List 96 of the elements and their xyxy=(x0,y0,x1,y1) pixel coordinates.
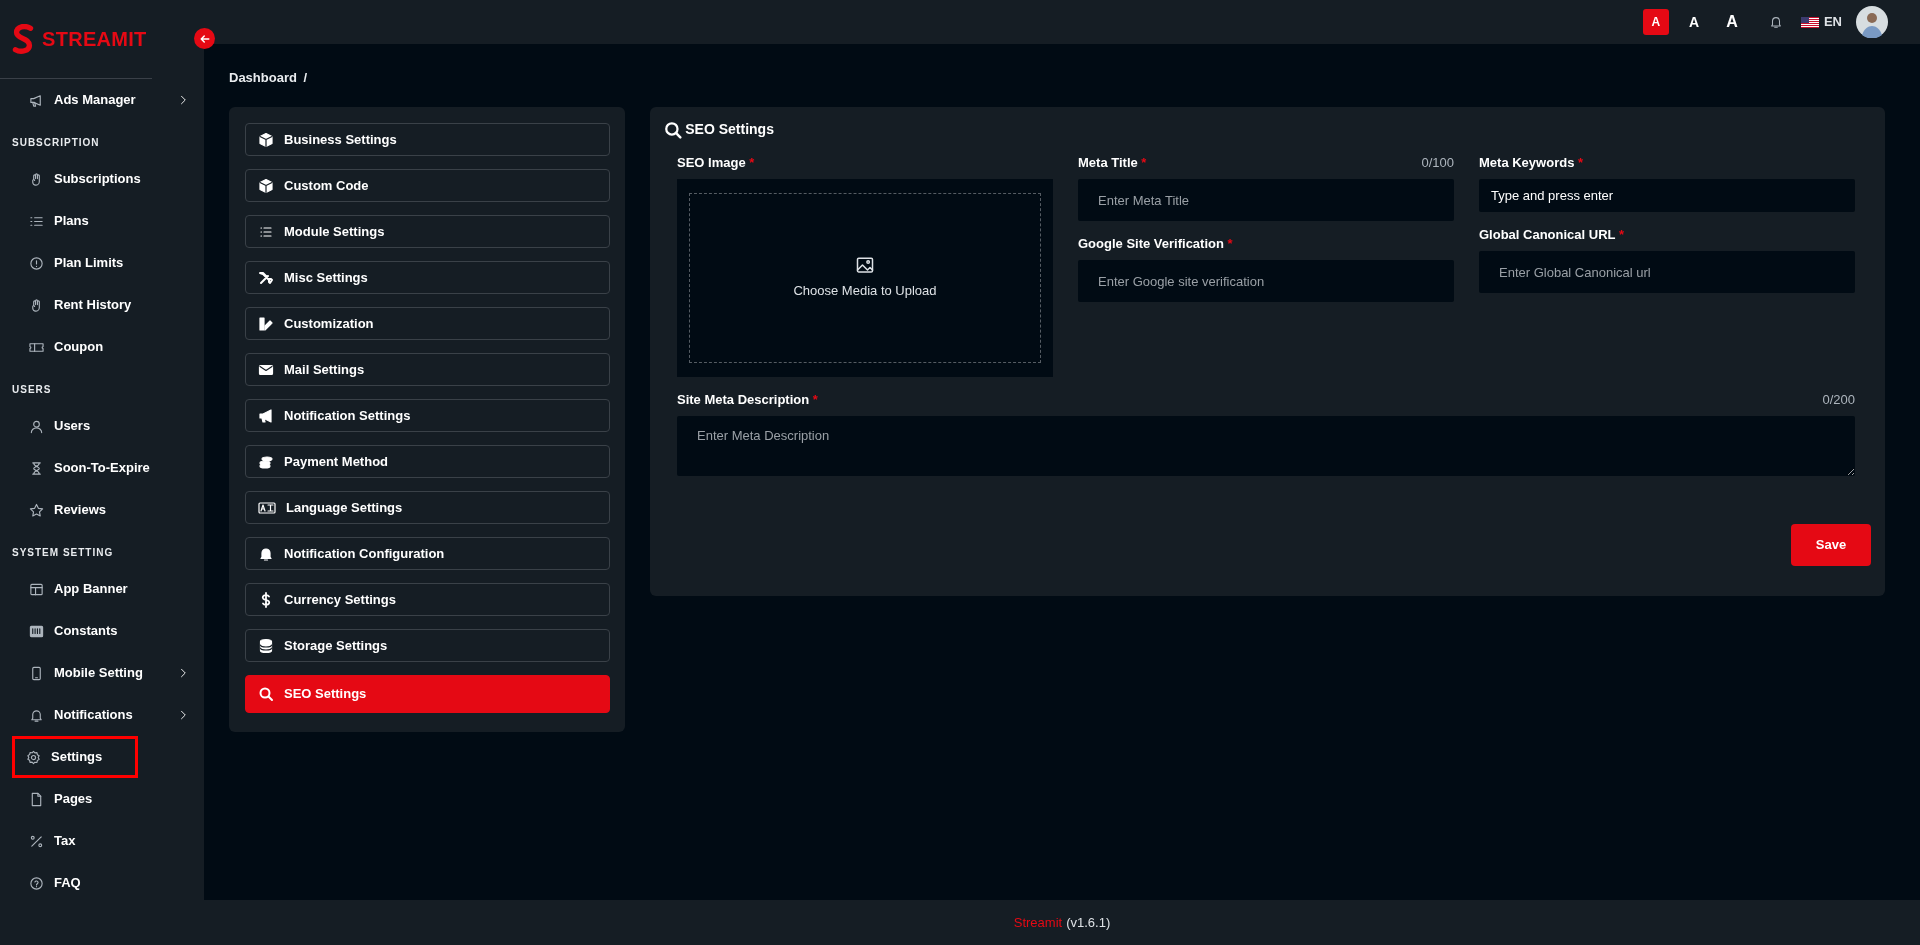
breadcrumb-link[interactable]: Dashboard xyxy=(229,68,297,88)
sidebar-item[interactable]: Mobile Setting xyxy=(0,652,204,694)
settings-menu-item[interactable]: Notification Configuration xyxy=(245,537,610,570)
input-field[interactable]: Enter Meta Title xyxy=(1078,179,1454,221)
sidebar-item[interactable]: App Banner xyxy=(0,568,204,610)
gear-icon xyxy=(26,749,41,765)
collapse-button[interactable] xyxy=(194,28,215,49)
megaphone-icon xyxy=(258,407,274,424)
required-mark: * xyxy=(1226,236,1233,251)
database-icon xyxy=(258,637,274,654)
character-counter: 0/100 xyxy=(1421,154,1454,172)
phone-icon xyxy=(29,665,44,681)
sidebar-item[interactable]: Coupon xyxy=(0,326,204,368)
required-mark: * xyxy=(748,155,755,170)
settings-menu-item[interactable]: Currency Settings xyxy=(245,583,610,616)
question-circle-icon xyxy=(29,875,44,891)
coins-icon xyxy=(258,453,274,470)
settings-menu-item[interactable]: Storage Settings xyxy=(245,629,610,662)
alert-circle-icon xyxy=(29,255,44,271)
hourglass-icon xyxy=(29,460,44,476)
field-label: Meta Title * xyxy=(1078,154,1147,172)
section-heading: SUBSCRIPTION xyxy=(11,136,101,150)
sidebar-item[interactable]: Reviews xyxy=(0,489,204,531)
sidebar-item[interactable]: Constants xyxy=(0,610,204,652)
bell-icon xyxy=(29,707,44,723)
save-button[interactable]: Save xyxy=(1791,523,1871,566)
sidebar-item[interactable]: Tax xyxy=(0,820,204,862)
bell-icon xyxy=(258,545,274,562)
cube-icon xyxy=(258,131,274,148)
field-label: Google Site Verification * xyxy=(1078,235,1233,253)
field-label: Global Canonical URL * xyxy=(1479,226,1624,244)
font-size-button[interactable]: A xyxy=(1680,9,1707,35)
media-upload-area[interactable]: Choose Media to Upload xyxy=(677,179,1053,377)
sidebar-item[interactable]: Soon-To-Expire xyxy=(0,447,204,489)
arrow-left-icon xyxy=(198,32,211,45)
font-size-button[interactable]: A xyxy=(1642,9,1669,35)
card-title: SEO Settings xyxy=(685,120,774,139)
required-mark: * xyxy=(811,392,818,407)
brand-name: STREAMIT xyxy=(42,27,147,52)
section-heading: USERS xyxy=(11,383,53,397)
settings-menu-item[interactable]: Custom Code xyxy=(245,169,610,202)
us-flag-icon xyxy=(1800,16,1819,28)
input-field[interactable]: Enter Global Canonical url xyxy=(1479,251,1855,293)
settings-menu-item[interactable]: Business Settings xyxy=(245,123,610,156)
sidebar-item[interactable]: Settings xyxy=(12,736,138,778)
breadcrumb-separator: / xyxy=(303,69,308,87)
input-field[interactable]: Type and press enter xyxy=(1479,179,1855,212)
sidebar-item[interactable]: Subscriptions xyxy=(0,158,204,200)
translate-icon xyxy=(258,499,276,516)
sidebar-item[interactable]: Plans xyxy=(0,200,204,242)
settings-menu-item[interactable]: Payment Method xyxy=(245,445,610,478)
keyboard-icon xyxy=(29,623,44,639)
field-label: Site Meta Description * xyxy=(677,391,818,409)
settings-menu-item[interactable]: Language Settings xyxy=(245,491,610,524)
upload-prompt: Choose Media to Upload xyxy=(793,282,937,301)
textarea-field[interactable]: Enter Meta Description xyxy=(677,416,1855,476)
settings-menu-item[interactable]: Customization xyxy=(245,307,610,340)
avatar[interactable] xyxy=(1856,6,1888,38)
character-counter: 0/200 xyxy=(1822,391,1855,409)
megaphone-icon xyxy=(29,92,44,108)
settings-menu-item[interactable]: Notification Settings xyxy=(245,399,610,432)
language-selector[interactable]: EN xyxy=(1823,12,1842,32)
file-icon xyxy=(29,791,44,807)
sidebar-item[interactable]: Plan Limits xyxy=(0,242,204,284)
paint-palette-icon xyxy=(258,315,274,332)
section-heading: SYSTEM SETTING xyxy=(11,546,115,560)
required-mark: * xyxy=(1617,227,1624,242)
image-icon xyxy=(855,255,875,276)
tools-icon xyxy=(258,269,274,286)
font-size-button[interactable]: A xyxy=(1718,9,1745,35)
search-icon xyxy=(258,686,274,702)
required-mark: * xyxy=(1577,155,1584,170)
sidebar-item[interactable]: Ads Manager xyxy=(0,79,204,121)
settings-menu-item[interactable]: Module Settings xyxy=(245,215,610,248)
sidebar-item[interactable]: Notifications xyxy=(0,694,204,736)
sidebar-item[interactable]: Rent History xyxy=(0,284,204,326)
settings-menu-item[interactable]: SEO Settings xyxy=(245,675,610,713)
version-text: (v1.6.1) xyxy=(1066,913,1111,932)
bell-icon xyxy=(1768,15,1783,29)
user-icon xyxy=(29,418,44,434)
required-mark: * xyxy=(1140,155,1147,170)
layout-icon xyxy=(29,581,44,597)
field-label: Meta Keywords * xyxy=(1479,154,1584,172)
input-field[interactable]: Enter Google site verification xyxy=(1078,260,1454,302)
cube-icon xyxy=(258,177,274,194)
settings-menu-item[interactable]: Misc Settings xyxy=(245,261,610,294)
percent-icon xyxy=(29,833,44,849)
search-icon xyxy=(664,120,682,139)
settings-menu-item[interactable]: Mail Settings xyxy=(245,353,610,386)
sidebar-item[interactable]: Pages xyxy=(0,778,204,820)
field-label: SEO Image * xyxy=(677,154,755,172)
footer-brand-link[interactable]: Streamit xyxy=(1013,912,1063,933)
sidebar-item[interactable]: FAQ xyxy=(0,862,204,904)
star-icon xyxy=(29,502,44,518)
streamit-logo-icon xyxy=(12,24,34,54)
sidebar-item[interactable]: Users xyxy=(0,405,204,447)
